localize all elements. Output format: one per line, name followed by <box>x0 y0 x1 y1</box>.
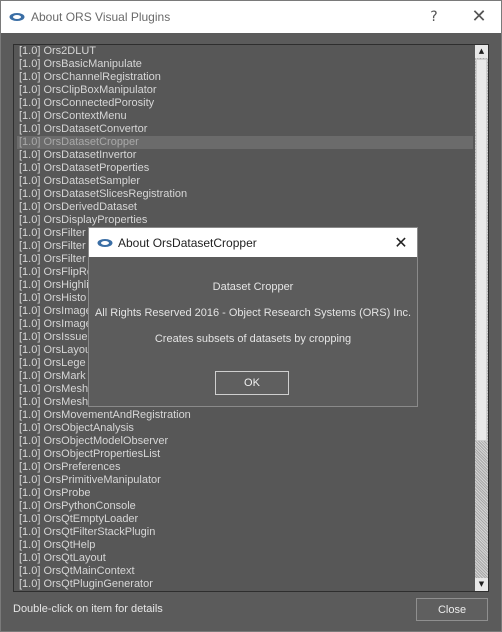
list-item[interactable]: [1.0] OrsQtMainContext <box>17 565 473 578</box>
app-logo-icon <box>9 13 25 21</box>
list-item[interactable]: [1.0] OrsDatasetConvertor <box>17 123 473 136</box>
list-item[interactable]: [1.0] OrsProbe <box>17 487 473 500</box>
list-item[interactable]: [1.0] OrsDatasetCropper <box>17 136 473 149</box>
list-item[interactable]: [1.0] OrsMovementAndRegistration <box>17 409 473 422</box>
list-item[interactable]: [1.0] OrsDatasetInvertor <box>17 149 473 162</box>
ok-button[interactable]: OK <box>215 371 289 395</box>
plugin-copyright: All Rights Reserved 2016 - Object Resear… <box>94 307 412 319</box>
list-item[interactable]: [1.0] OrsChannelRegistration <box>17 71 473 84</box>
list-item[interactable]: [1.0] OrsBasicManipulate <box>17 58 473 71</box>
about-plugins-window: About ORS Visual Plugins ? ✕ [1.0] Ors2D… <box>0 0 502 632</box>
list-item[interactable]: [1.0] OrsQtLayout <box>17 552 473 565</box>
dialog-title-bar: About OrsDatasetCropper ✕ <box>89 228 417 257</box>
list-item[interactable]: [1.0] Ors2DLUT <box>17 45 473 58</box>
plugin-details-dialog: About OrsDatasetCropper ✕ Dataset Croppe… <box>88 227 418 407</box>
list-item[interactable]: [1.0] OrsObjectModelObserver <box>17 435 473 448</box>
list-item[interactable]: [1.0] OrsDisplayProperties <box>17 214 473 227</box>
list-item[interactable]: [1.0] OrsPrimitiveManipulator <box>17 474 473 487</box>
list-item[interactable]: [1.0] OrsObjectPropertiesList <box>17 448 473 461</box>
list-item[interactable]: [1.0] OrsQtPluginGenerator <box>17 578 473 591</box>
scroll-thumb[interactable] <box>476 59 487 441</box>
list-item[interactable]: [1.0] OrsDatasetSampler <box>17 175 473 188</box>
list-item[interactable]: [1.0] OrsDatasetProperties <box>17 162 473 175</box>
list-item[interactable]: [1.0] OrsDatasetSlicesRegistration <box>17 188 473 201</box>
footer-hint: Double-click on item for details <box>13 603 163 615</box>
title-bar: About ORS Visual Plugins ? ✕ <box>1 1 501 33</box>
help-button[interactable]: ? <box>415 1 453 33</box>
scroll-down-arrow-icon[interactable]: ▼ <box>475 578 488 591</box>
dialog-title: About OrsDatasetCropper <box>118 236 257 250</box>
window-close-button[interactable]: ✕ <box>457 1 501 33</box>
dialog-close-button[interactable]: ✕ <box>385 228 417 257</box>
list-item[interactable]: [1.0] OrsConnectedPorosity <box>17 97 473 110</box>
list-item[interactable]: [1.0] OrsQtHelp <box>17 539 473 552</box>
list-item[interactable]: [1.0] OrsContextMenu <box>17 110 473 123</box>
list-item[interactable]: [1.0] OrsClipBoxManipulator <box>17 84 473 97</box>
app-logo-icon <box>97 239 113 247</box>
list-item[interactable]: [1.0] OrsObjectAnalysis <box>17 422 473 435</box>
plugin-name: Dataset Cropper <box>212 281 294 293</box>
close-button[interactable]: Close <box>416 598 488 621</box>
list-item[interactable]: [1.0] OrsPreferences <box>17 461 473 474</box>
list-item[interactable]: [1.0] OrsQtFilterStackPlugin <box>17 526 473 539</box>
list-item[interactable]: [1.0] OrsQtEmptyLoader <box>17 513 473 526</box>
list-item[interactable]: [1.0] OrsPythonConsole <box>17 500 473 513</box>
scroll-up-arrow-icon[interactable]: ▲ <box>475 45 488 58</box>
window-title: About ORS Visual Plugins <box>31 10 171 24</box>
plugin-description: Creates subsets of datasets by cropping <box>154 333 352 345</box>
vertical-scrollbar[interactable]: ▲ ▼ <box>475 45 488 591</box>
list-item[interactable]: [1.0] OrsDerivedDataset <box>17 201 473 214</box>
